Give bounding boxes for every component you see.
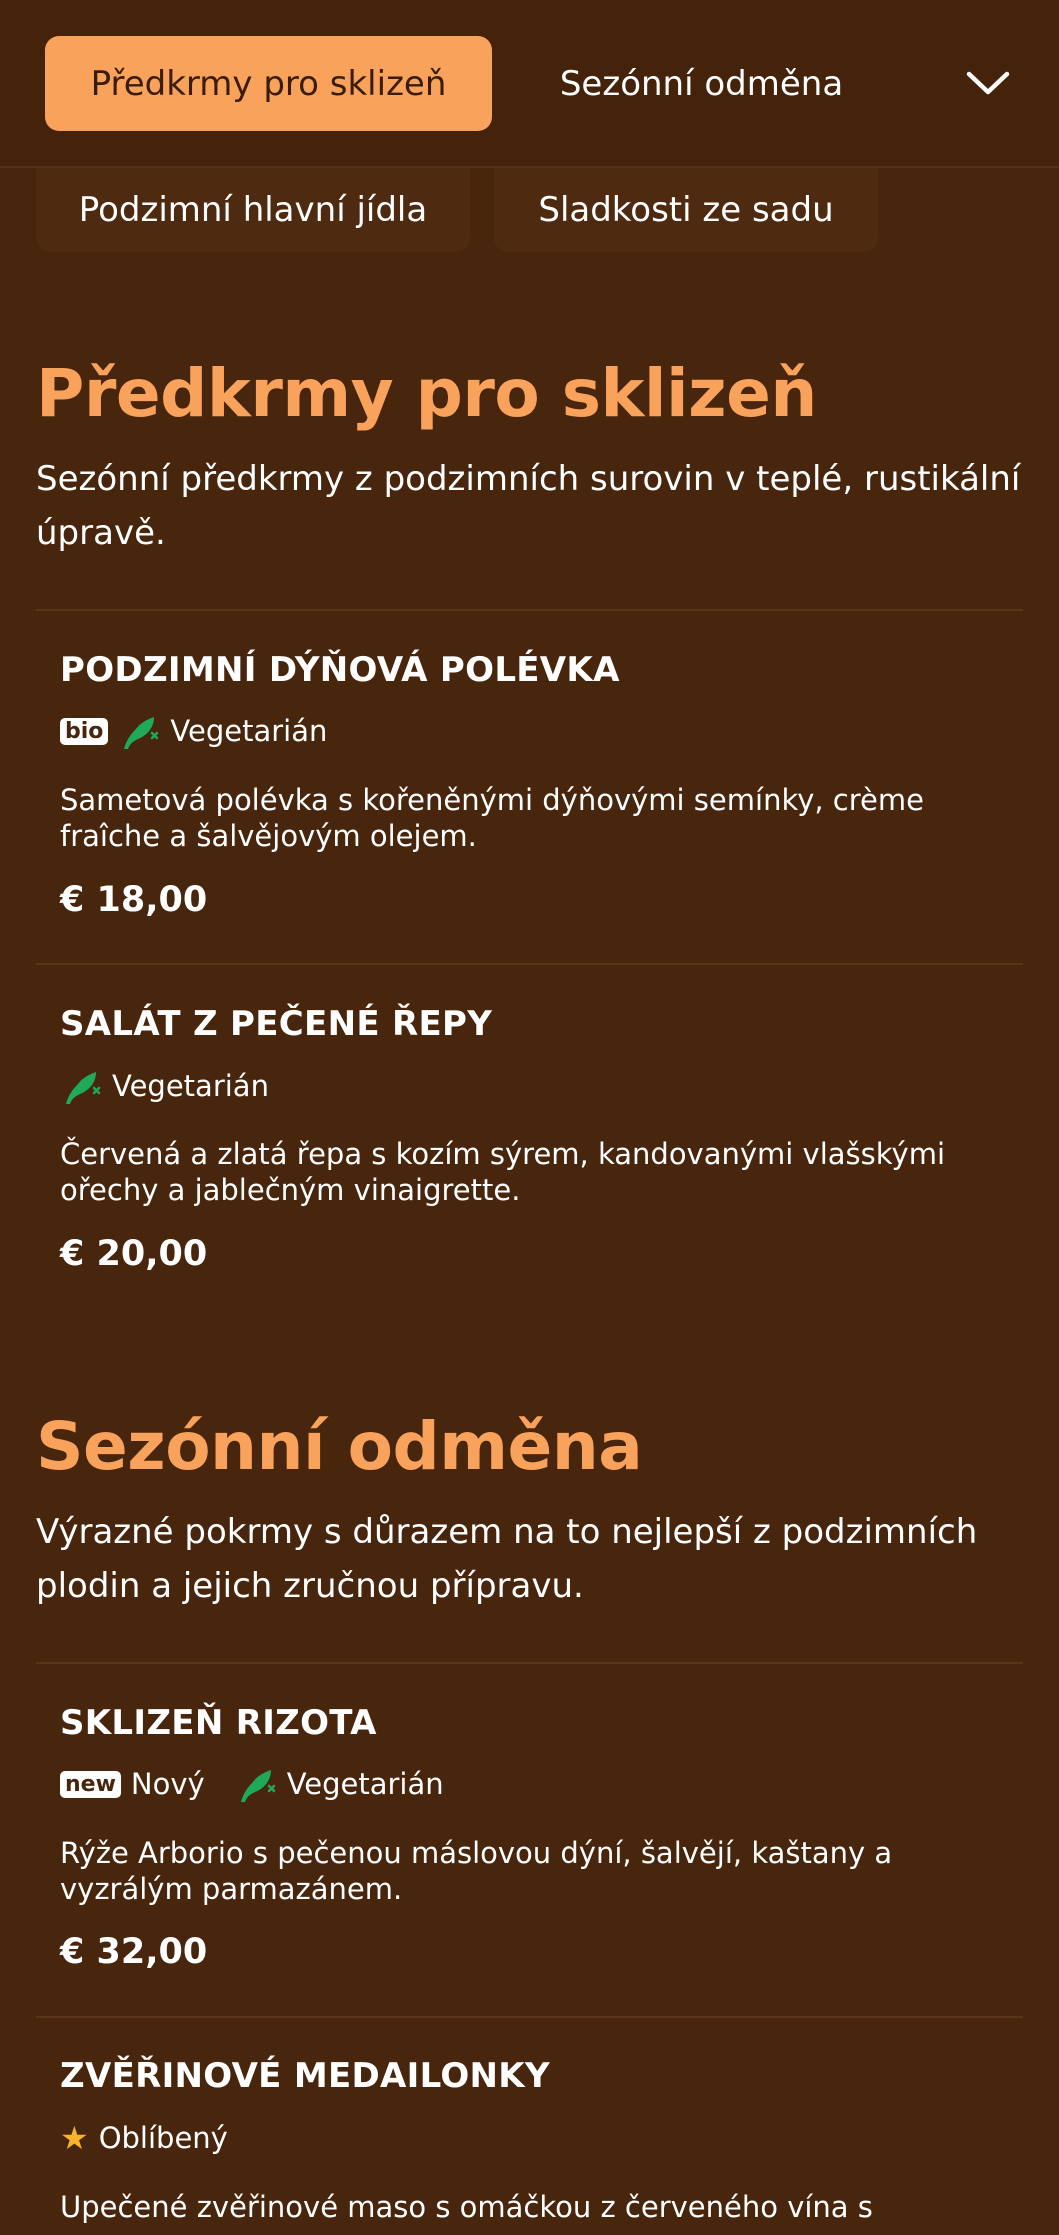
item-tags: bio Vegetarián xyxy=(60,711,327,751)
vegetarian-label: Vegetarián xyxy=(286,1767,444,1801)
divider xyxy=(36,609,1023,611)
item-description: Rýže Arborio s pečenou máslovou dýní, ša… xyxy=(60,1836,893,1906)
tab-harvest-starters[interactable]: Předkrmy pro sklizeň xyxy=(45,36,492,131)
leaf-icon xyxy=(66,1072,101,1104)
star-icon: ★ xyxy=(60,2119,89,2157)
item-tags: new Nový Vegetarián xyxy=(60,1764,444,1804)
vegetarian-label: Vegetarián xyxy=(170,714,328,748)
item-tags: Vegetarián xyxy=(60,1066,269,1106)
new-badge: new xyxy=(60,1770,121,1798)
item-name[interactable]: SALÁT Z PEČENÉ ŘEPY xyxy=(60,1004,492,1044)
divider xyxy=(36,1662,1023,1664)
chevron-down-icon[interactable] xyxy=(958,58,1018,108)
vegetarian-label: Vegetarián xyxy=(112,1069,269,1103)
section-title: Předkrmy pro sklizeň xyxy=(36,355,817,432)
category-nav: Předkrmy pro sklizeň Sezónní odměna xyxy=(0,0,1059,168)
item-description: Upečené zvěřinové maso s omáčkou z červe… xyxy=(60,2190,873,2224)
leaf-icon xyxy=(240,1770,275,1802)
item-price: € 18,00 xyxy=(60,880,208,920)
menu-page: Předkrmy pro sklizeň Sezónní odměna Podz… xyxy=(0,0,1059,2235)
tab-orchard-sweets[interactable]: Sladkosti ze sadu xyxy=(494,168,878,252)
popular-label: Oblíbený xyxy=(98,2121,228,2155)
tab-seasonal-reward[interactable]: Sezónní odměna xyxy=(530,36,873,131)
leaf-icon xyxy=(124,717,159,749)
tab-autumn-mains[interactable]: Podzimní hlavní jídla xyxy=(36,168,470,252)
item-name[interactable]: PODZIMNÍ DÝŇOVÁ POLÉVKA xyxy=(60,650,620,690)
divider xyxy=(36,2016,1023,2018)
organic-badge: bio xyxy=(60,717,109,745)
section-title: Sezónní odměna xyxy=(36,1408,643,1485)
item-price: € 32,00 xyxy=(60,1932,208,1972)
item-name[interactable]: ZVĚŘINOVÉ MEDAILONKY xyxy=(60,2056,550,2096)
item-name[interactable]: SKLIZEŇ RIZOTA xyxy=(60,1703,377,1743)
item-description: Červená a zlatá řepa s kozím sýrem, kand… xyxy=(60,1137,945,1207)
section-description: Výrazné pokrmy s důrazem na to nejlepší … xyxy=(36,1512,978,1606)
section-description: Sezónní předkrmy z podzimních surovin v … xyxy=(36,459,1021,553)
new-label: Nový xyxy=(130,1767,205,1801)
item-price: € 20,00 xyxy=(60,1234,208,1274)
item-tags: ★ Oblíbený xyxy=(60,2118,228,2158)
divider xyxy=(36,963,1023,965)
item-description: Sametová polévka s kořeněnými dýňovými s… xyxy=(60,783,924,853)
